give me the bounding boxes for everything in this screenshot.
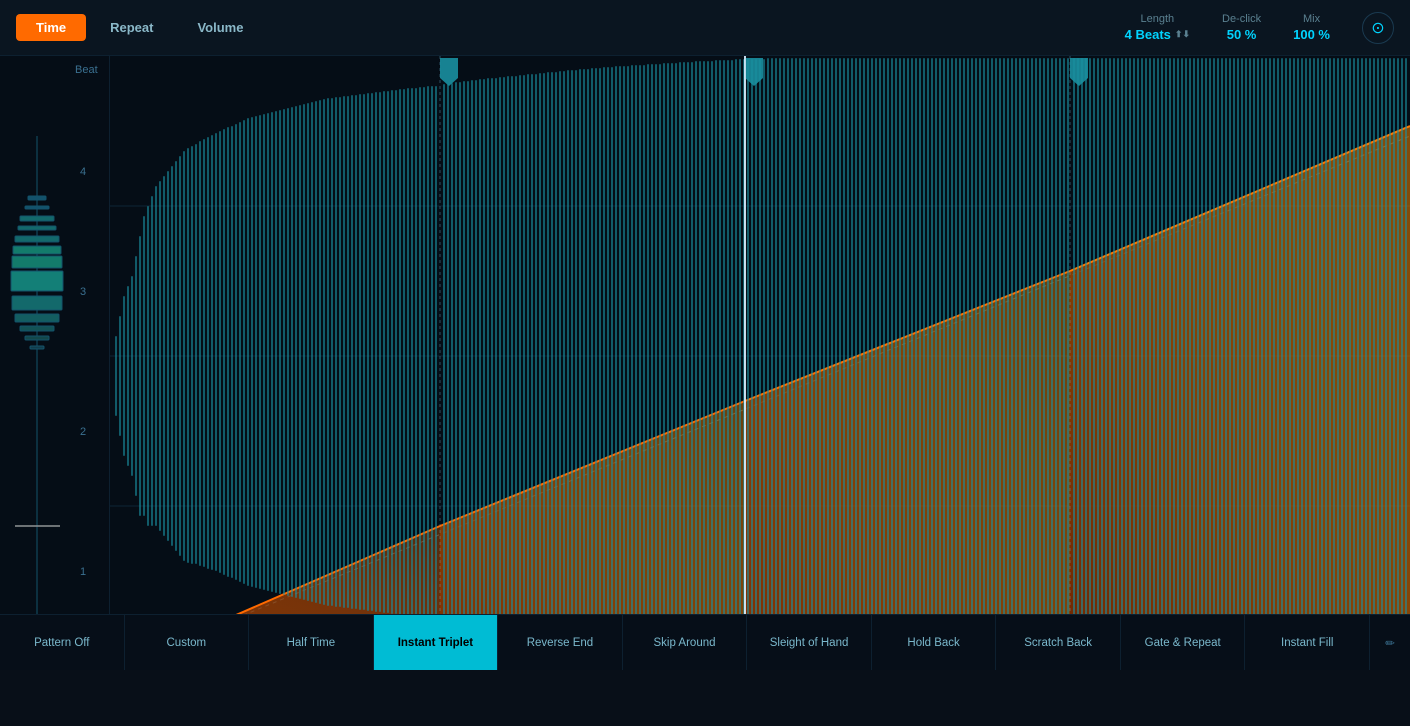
btn-reverse-end[interactable]: Reverse End bbox=[498, 615, 623, 670]
btn-instant-fill[interactable]: Instant Fill bbox=[1245, 615, 1370, 670]
declick-control: De-click 50 % bbox=[1222, 13, 1261, 42]
length-label: Length bbox=[1141, 13, 1175, 25]
waveform-area[interactable]: // This won't run inside SVG, so we'll u… bbox=[110, 56, 1410, 670]
beat-label-1: 1 bbox=[80, 566, 86, 578]
btn-skip-around[interactable]: Skip Around bbox=[623, 615, 748, 670]
mini-waveform bbox=[10, 136, 65, 626]
beat-label-4: 4 bbox=[80, 166, 86, 178]
main-area: Beat 4 3 2 1 bbox=[0, 56, 1410, 670]
declick-value[interactable]: 50 % bbox=[1227, 27, 1257, 42]
tab-group: Time Repeat Volume bbox=[16, 14, 263, 41]
beat-label-3: 3 bbox=[80, 286, 86, 298]
bottom-bar: Pattern Off Custom Half Time Instant Tri… bbox=[0, 614, 1410, 670]
beat-label-2: 2 bbox=[80, 426, 86, 438]
tab-volume[interactable]: Volume bbox=[177, 14, 263, 41]
edit-icon: ✏ bbox=[1385, 636, 1395, 650]
btn-pattern-off[interactable]: Pattern Off bbox=[0, 615, 125, 670]
length-control: Length 4 Beats ⬆⬇ bbox=[1125, 13, 1190, 42]
mix-control: Mix 100 % bbox=[1293, 13, 1330, 42]
header-controls: Length 4 Beats ⬆⬇ De-click 50 % Mix 100 … bbox=[1125, 12, 1394, 44]
beat-axis: Beat 4 3 2 1 bbox=[0, 56, 110, 670]
tab-repeat[interactable]: Repeat bbox=[90, 14, 173, 41]
btn-hold-back[interactable]: Hold Back bbox=[872, 615, 997, 670]
header: Time Repeat Volume Length 4 Beats ⬆⬇ De-… bbox=[0, 0, 1410, 56]
btn-scratch-back[interactable]: Scratch Back bbox=[996, 615, 1121, 670]
edit-button[interactable]: ✏ bbox=[1370, 615, 1410, 670]
btn-gate-repeat[interactable]: Gate & Repeat bbox=[1121, 615, 1246, 670]
more-button[interactable]: ⊙ bbox=[1362, 12, 1394, 44]
mix-value[interactable]: 100 % bbox=[1293, 27, 1330, 42]
mix-label: Mix bbox=[1303, 13, 1320, 25]
declick-label: De-click bbox=[1222, 13, 1261, 25]
waveform-svg: // This won't run inside SVG, so we'll u… bbox=[110, 56, 1410, 670]
tab-time[interactable]: Time bbox=[16, 14, 86, 41]
btn-sleight-of-hand[interactable]: Sleight of Hand bbox=[747, 615, 872, 670]
length-value[interactable]: 4 Beats ⬆⬇ bbox=[1125, 27, 1190, 42]
beat-title: Beat bbox=[75, 64, 98, 76]
btn-custom[interactable]: Custom bbox=[125, 615, 250, 670]
more-icon: ⊙ bbox=[1371, 18, 1384, 38]
btn-half-time[interactable]: Half Time bbox=[249, 615, 374, 670]
length-arrows: ⬆⬇ bbox=[1175, 29, 1190, 40]
btn-instant-triplet[interactable]: Instant Triplet bbox=[374, 615, 499, 670]
